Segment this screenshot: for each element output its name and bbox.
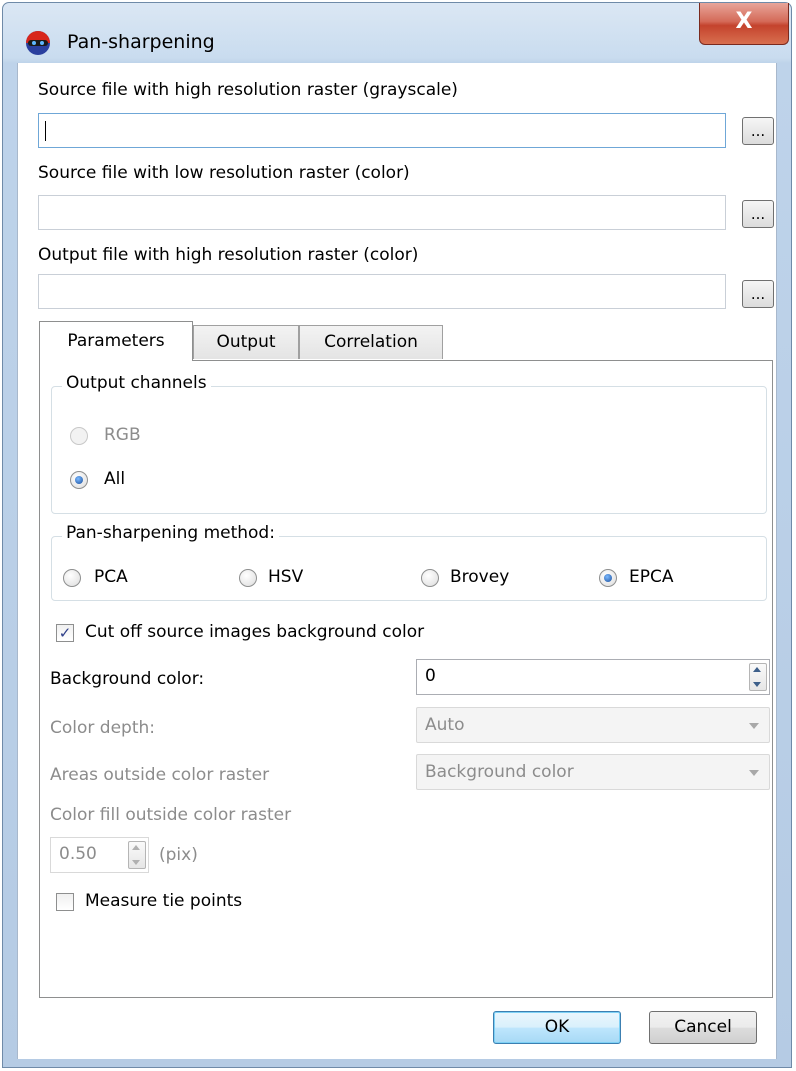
color-depth-select[interactable]: Auto — [416, 707, 770, 743]
areas-outside-select[interactable]: Background color — [416, 754, 770, 790]
dialog-window: Pan-sharpening X Source file with high r… — [2, 2, 792, 1068]
all-label: All — [104, 469, 126, 489]
output-channels-group: Output channels RGB All — [51, 373, 767, 514]
low-res-browse-button[interactable]: ... — [742, 200, 774, 228]
output-file-label: Output file with high resolution raster … — [38, 245, 419, 265]
color-depth-value: Auto — [425, 715, 465, 735]
method-title: Pan-sharpening method: — [62, 523, 279, 543]
measure-tie-points-label: Measure tie points — [85, 891, 243, 911]
text-caret — [45, 121, 46, 141]
chevron-down-icon — [749, 723, 759, 729]
color-fill-value: 0.50 — [59, 844, 97, 864]
cut-off-label: Cut off source images background color — [85, 622, 425, 642]
tab-output[interactable]: Output — [193, 325, 299, 359]
measure-tie-points-checkbox[interactable] — [56, 893, 74, 911]
background-color-label: Background color: — [50, 669, 205, 689]
hsv-radio[interactable] — [239, 569, 257, 587]
high-res-file-input[interactable] — [38, 113, 726, 148]
color-fill-spinbox[interactable]: 0.50 — [50, 837, 149, 873]
rgb-radio[interactable] — [70, 427, 88, 445]
brovey-label: Brovey — [450, 567, 510, 587]
output-channels-title: Output channels — [62, 373, 211, 393]
brovey-radio[interactable] — [421, 569, 439, 587]
areas-outside-label: Areas outside color raster — [50, 765, 270, 785]
low-res-file-input[interactable] — [38, 195, 726, 230]
areas-outside-value: Background color — [425, 762, 574, 782]
epca-radio[interactable] — [599, 569, 617, 587]
pca-label: PCA — [94, 567, 128, 587]
spin-arrows-icon[interactable] — [128, 841, 146, 869]
rgb-label: RGB — [104, 425, 141, 445]
pan-sharpening-method-group: Pan-sharpening method: PCA HSV Brovey EP… — [51, 523, 767, 601]
cancel-button[interactable]: Cancel — [649, 1011, 757, 1044]
title-bar[interactable]: Pan-sharpening X — [3, 3, 791, 65]
background-color-value: 0 — [425, 666, 436, 686]
parameters-panel: Output channels RGB All Pan-sharpening m… — [39, 360, 773, 998]
pca-radio[interactable] — [63, 569, 81, 587]
pix-unit-label: (pix) — [159, 845, 198, 865]
tab-parameters[interactable]: Parameters — [39, 321, 193, 361]
hsv-label: HSV — [268, 567, 304, 587]
color-fill-label: Color fill outside color raster — [50, 805, 292, 825]
low-res-label: Source file with low resolution raster (… — [38, 163, 410, 183]
epca-label: EPCA — [629, 567, 674, 587]
high-res-label: Source file with high resolution raster … — [38, 80, 458, 100]
output-browse-button[interactable]: ... — [742, 280, 774, 308]
chevron-down-icon — [749, 770, 759, 776]
window-title: Pan-sharpening — [67, 31, 215, 53]
all-radio[interactable] — [70, 471, 88, 489]
app-icon — [26, 31, 50, 55]
cut-off-checkbox[interactable]: ✓ — [56, 624, 74, 642]
color-depth-label: Color depth: — [50, 718, 155, 738]
tab-correlation[interactable]: Correlation — [299, 325, 443, 359]
ok-button[interactable]: OK — [493, 1011, 621, 1044]
high-res-browse-button[interactable]: ... — [742, 117, 774, 145]
output-file-input[interactable] — [38, 274, 726, 309]
spin-arrows-icon[interactable] — [749, 663, 767, 691]
background-color-spinbox[interactable]: 0 — [416, 659, 770, 695]
close-button[interactable]: X — [699, 3, 789, 45]
